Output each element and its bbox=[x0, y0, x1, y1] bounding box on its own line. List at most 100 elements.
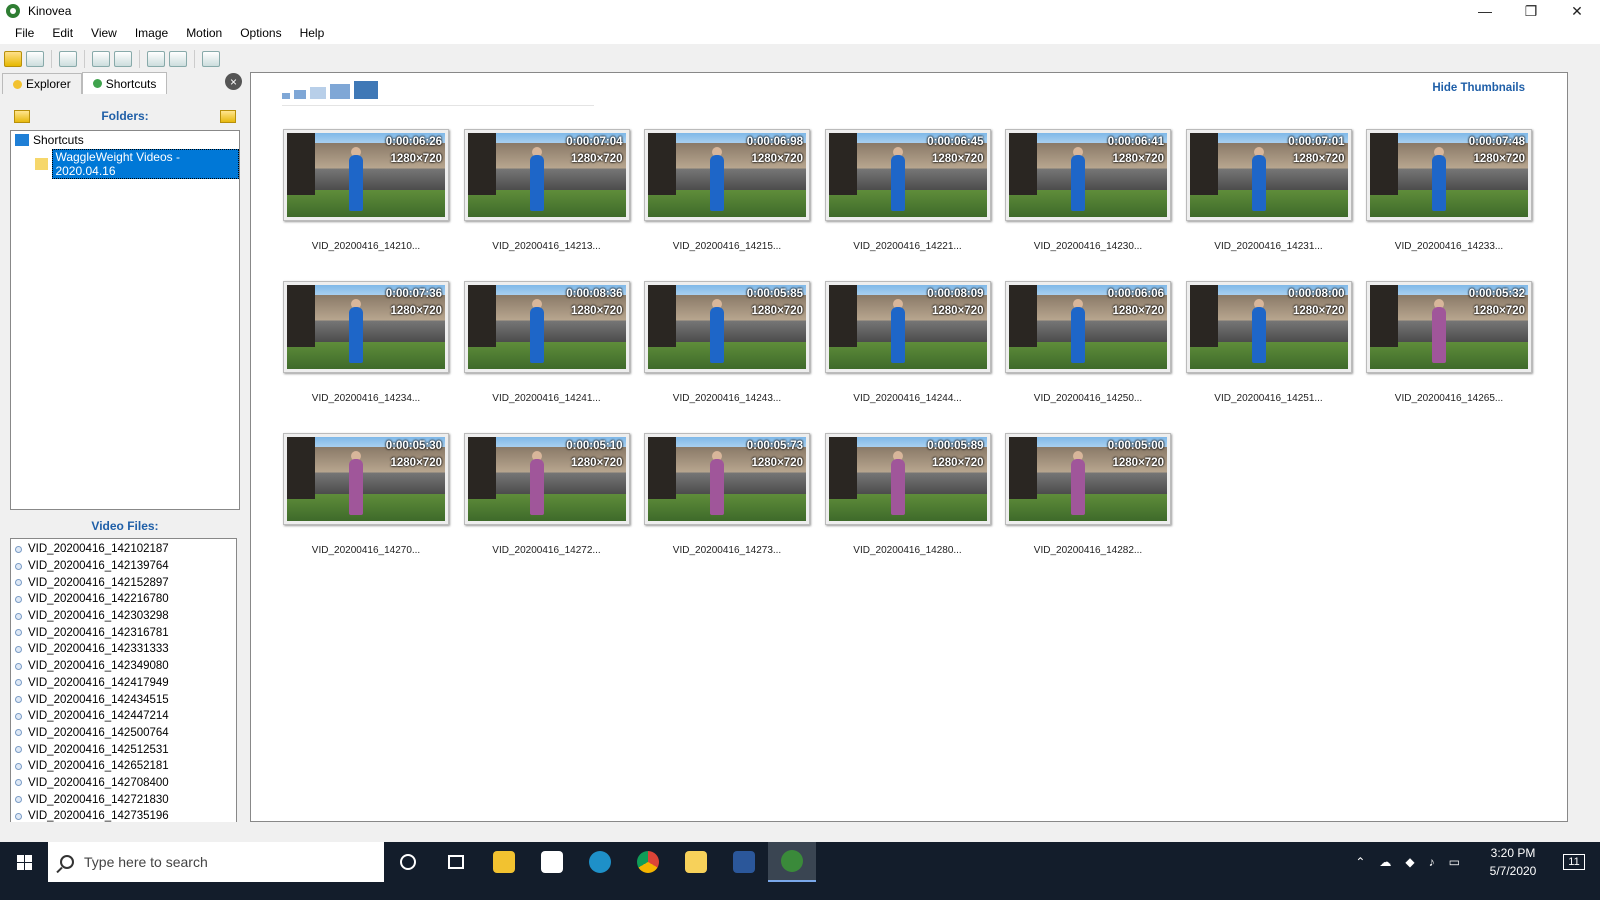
video-file-item[interactable]: VID_20200416_142349080 bbox=[11, 658, 236, 675]
thumbnail-filename[interactable]: VID_20200416_14210... bbox=[283, 241, 449, 252]
add-shortcut-icon[interactable] bbox=[14, 110, 30, 123]
tree-node-waggleweight[interactable]: WaggleWeight Videos - 2020.04.16 bbox=[35, 149, 239, 179]
chrome-icon[interactable] bbox=[624, 842, 672, 882]
menu-edit[interactable]: Edit bbox=[43, 26, 82, 40]
taskbar-search-box[interactable]: Type here to search bbox=[48, 842, 384, 882]
clock[interactable]: 3:20 PM 5/7/2020 bbox=[1478, 844, 1548, 880]
video-thumbnail[interactable]: 0:00:08:00 1280×720 bbox=[1185, 281, 1352, 373]
video-thumbnail[interactable]: 0:00:05:32 1280×720 bbox=[1366, 281, 1532, 373]
video-thumbnail[interactable]: 0:00:05:85 1280×720 bbox=[644, 281, 810, 373]
video-file-item[interactable]: VID_20200416_142152897 bbox=[11, 574, 236, 591]
video-file-item[interactable]: VID_20200416_142708400 bbox=[11, 775, 236, 792]
video-file-item[interactable]: VID_20200416_142216780 bbox=[11, 591, 236, 608]
browser-view-icon[interactable] bbox=[59, 51, 77, 67]
thumbnail-filename[interactable]: VID_20200416_14270... bbox=[283, 545, 449, 556]
video-file-item[interactable]: VID_20200416_142721830 bbox=[11, 791, 236, 808]
menu-view[interactable]: View bbox=[82, 26, 126, 40]
close-button[interactable]: ✕ bbox=[1554, 0, 1600, 22]
save-icon[interactable] bbox=[26, 51, 44, 67]
hide-thumbnails-link[interactable]: Hide Thumbnails bbox=[1432, 82, 1525, 94]
export-icon[interactable] bbox=[202, 51, 220, 67]
video-thumbnail[interactable]: 0:00:07:04 1280×720 bbox=[463, 129, 630, 221]
notification-center-icon[interactable]: 11 bbox=[1552, 842, 1596, 882]
thumbnail-filename[interactable]: VID_20200416_14213... bbox=[464, 241, 630, 252]
thumbnail-filename[interactable]: VID_20200416_14273... bbox=[644, 545, 810, 556]
size-extra-small-button[interactable] bbox=[282, 93, 290, 99]
capture-icon[interactable] bbox=[147, 51, 165, 67]
video-thumbnail[interactable]: 0:00:05:73 1280×720 bbox=[644, 433, 810, 525]
size-medium-button[interactable] bbox=[310, 87, 326, 99]
video-thumbnail[interactable]: 0:00:08:36 1280×720 bbox=[463, 281, 630, 373]
size-small-button[interactable] bbox=[294, 90, 306, 99]
single-screen-icon[interactable] bbox=[92, 51, 110, 67]
thumbnail-filename[interactable]: VID_20200416_14221... bbox=[825, 241, 991, 252]
thumbnail-filename[interactable]: VID_20200416_14243... bbox=[644, 393, 810, 404]
video-thumbnail[interactable]: 0:00:05:30 1280×720 bbox=[283, 433, 449, 525]
cortana-icon[interactable] bbox=[384, 842, 432, 882]
video-thumbnail[interactable]: 0:00:06:06 1280×720 bbox=[1005, 281, 1171, 373]
open-file-icon[interactable] bbox=[4, 51, 22, 67]
restore-button[interactable]: ❐ bbox=[1508, 0, 1554, 22]
close-panel-icon[interactable]: × bbox=[225, 73, 242, 90]
video-file-item[interactable]: VID_20200416_142102187 bbox=[11, 541, 236, 558]
kinovea-taskbar-icon[interactable] bbox=[768, 842, 816, 882]
thumbnail-filename[interactable]: VID_20200416_14251... bbox=[1186, 393, 1352, 404]
video-file-item[interactable]: VID_20200416_142512531 bbox=[11, 741, 236, 758]
video-file-item[interactable]: VID_20200416_142303298 bbox=[11, 608, 236, 625]
volume-icon[interactable]: ♪ bbox=[1429, 855, 1435, 869]
video-thumbnail[interactable]: 0:00:07:48 1280×720 bbox=[1366, 129, 1532, 221]
remove-shortcut-icon[interactable] bbox=[220, 110, 236, 123]
onedrive-icon[interactable]: ☁ bbox=[1379, 855, 1391, 869]
thumbnail-filename[interactable]: VID_20200416_14241... bbox=[464, 393, 630, 404]
tray-chevron-icon[interactable]: ⌃ bbox=[1355, 855, 1365, 869]
thumbnail-filename[interactable]: VID_20200416_14230... bbox=[1005, 241, 1171, 252]
video-file-item[interactable]: VID_20200416_142500764 bbox=[11, 725, 236, 742]
size-large-button[interactable] bbox=[330, 84, 350, 99]
edge-icon[interactable] bbox=[576, 842, 624, 882]
menu-image[interactable]: Image bbox=[126, 26, 177, 40]
video-thumbnail[interactable]: 0:00:06:41 1280×720 bbox=[1005, 129, 1171, 221]
menu-help[interactable]: Help bbox=[291, 26, 334, 40]
thumbnail-filename[interactable]: VID_20200416_14244... bbox=[825, 393, 991, 404]
thumbnail-filename[interactable]: VID_20200416_14231... bbox=[1186, 241, 1352, 252]
thumbnail-filename[interactable]: VID_20200416_14250... bbox=[1005, 393, 1171, 404]
video-thumbnail[interactable]: 0:00:06:26 1280×720 bbox=[283, 129, 449, 221]
thumbnail-filename[interactable]: VID_20200416_14282... bbox=[1005, 545, 1171, 556]
video-thumbnail[interactable]: 0:00:06:98 1280×720 bbox=[644, 129, 810, 221]
file-explorer-icon[interactable] bbox=[480, 842, 528, 882]
dual-capture-icon[interactable] bbox=[169, 51, 187, 67]
size-extra-large-button[interactable] bbox=[354, 81, 378, 99]
thumbnail-filename[interactable]: VID_20200416_14272... bbox=[464, 545, 630, 556]
video-file-item[interactable]: VID_20200416_142434515 bbox=[11, 691, 236, 708]
video-thumbnail[interactable]: 0:00:05:10 1280×720 bbox=[463, 433, 630, 525]
video-file-item[interactable]: VID_20200416_142417949 bbox=[11, 675, 236, 692]
thumbnail-filename[interactable]: VID_20200416_14234... bbox=[283, 393, 449, 404]
thumbnail-filename[interactable]: VID_20200416_14215... bbox=[644, 241, 810, 252]
photos-icon[interactable] bbox=[672, 842, 720, 882]
dual-screen-icon[interactable] bbox=[114, 51, 132, 67]
thumbnail-filename[interactable]: VID_20200416_14265... bbox=[1366, 393, 1532, 404]
menu-motion[interactable]: Motion bbox=[177, 26, 231, 40]
word-icon[interactable] bbox=[720, 842, 768, 882]
tab-shortcuts[interactable]: Shortcuts bbox=[81, 72, 168, 94]
thumbnail-filename[interactable]: VID_20200416_14280... bbox=[825, 545, 991, 556]
menu-options[interactable]: Options bbox=[231, 26, 290, 40]
tab-explorer[interactable]: Explorer bbox=[2, 73, 82, 94]
video-file-item[interactable]: VID_20200416_142652181 bbox=[11, 758, 236, 775]
video-thumbnail[interactable]: 0:00:06:45 1280×720 bbox=[824, 129, 991, 221]
video-thumbnail[interactable]: 0:00:07:01 1280×720 bbox=[1185, 129, 1352, 221]
video-thumbnail[interactable]: 0:00:08:09 1280×720 bbox=[824, 281, 991, 373]
video-thumbnail[interactable]: 0:00:05:00 1280×720 bbox=[1005, 433, 1171, 525]
tree-node-shortcuts[interactable]: Shortcuts bbox=[15, 133, 84, 147]
network-icon[interactable]: ▭ bbox=[1449, 855, 1460, 869]
folder-tree[interactable]: Shortcuts WaggleWeight Videos - 2020.04.… bbox=[10, 130, 240, 510]
video-thumbnail[interactable]: 0:00:05:89 1280×720 bbox=[824, 433, 991, 525]
store-icon[interactable] bbox=[528, 842, 576, 882]
video-file-item[interactable]: VID_20200416_142331333 bbox=[11, 641, 236, 658]
start-button[interactable] bbox=[0, 842, 48, 882]
thumbnail-filename[interactable]: VID_20200416_14233... bbox=[1366, 241, 1532, 252]
video-thumbnail[interactable]: 0:00:07:36 1280×720 bbox=[283, 281, 449, 373]
video-file-item[interactable]: VID_20200416_142447214 bbox=[11, 708, 236, 725]
minimize-button[interactable]: — bbox=[1462, 0, 1508, 22]
menu-file[interactable]: File bbox=[6, 26, 43, 40]
